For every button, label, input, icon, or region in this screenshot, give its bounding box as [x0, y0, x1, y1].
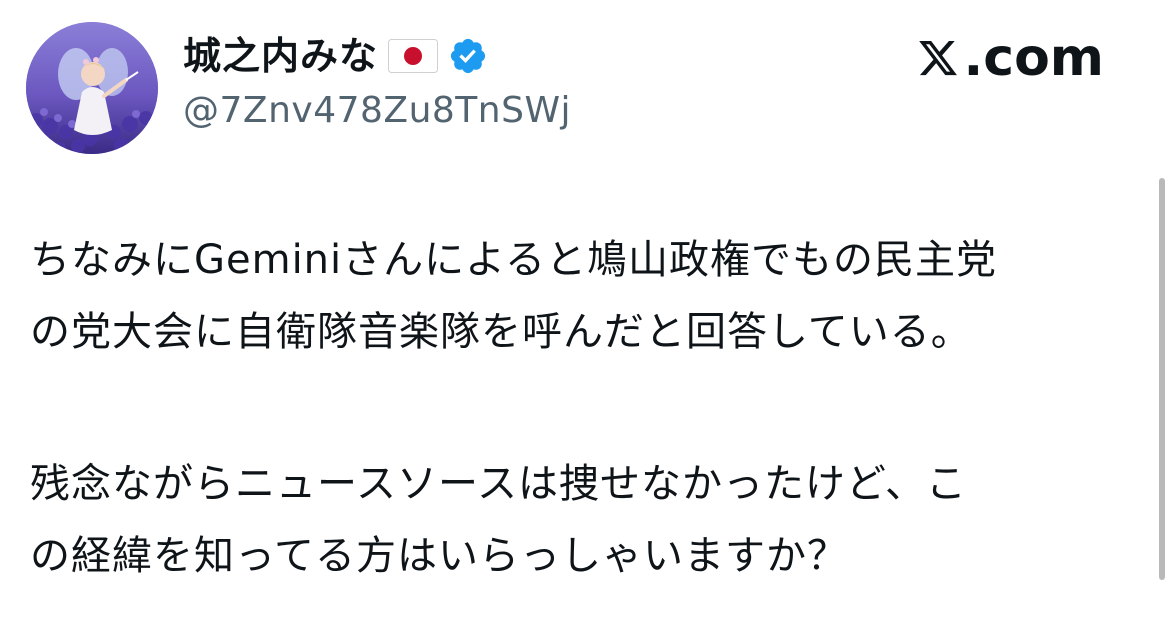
brand-domain-text: .com: [963, 28, 1105, 88]
japan-flag-icon: [388, 39, 439, 73]
author-handle[interactable]: @7Znv478Zu8TnSWj: [183, 88, 571, 134]
verified-badge-icon: [450, 38, 486, 74]
author-name-row[interactable]: 城之内みな: [183, 32, 488, 80]
avatar[interactable]: [26, 22, 158, 154]
scrollbar-thumb[interactable]: [1159, 178, 1165, 580]
tweet-screenshot: 城之内みな @7Znv478Zu8TnSWj .com ちなみにGeminiさん…: [0, 0, 1170, 641]
paragraph-break: [30, 368, 1150, 448]
x-brand-logo: .com: [916, 26, 1105, 90]
tweet-text: ちなみにGeminiさんによると鳩山政権でもの民主党 の党大会に自衛隊音楽隊を呼…: [30, 224, 1150, 592]
tweet-line: の経緯を知ってる方はいらっしゃいますか？: [30, 533, 848, 579]
tweet-line: 残念ながらニュースソースは捜せなかったけど、こ: [30, 461, 967, 507]
tweet-line: の党大会に自衛隊音楽隊を呼んだと回答している。: [30, 309, 972, 355]
x-logo-icon: [918, 40, 957, 76]
author-display-name[interactable]: 城之内みな: [183, 32, 378, 80]
avatar-image: [26, 22, 158, 154]
tweet-line: ちなみにGeminiさんによると鳩山政権でもの民主党: [30, 237, 997, 283]
